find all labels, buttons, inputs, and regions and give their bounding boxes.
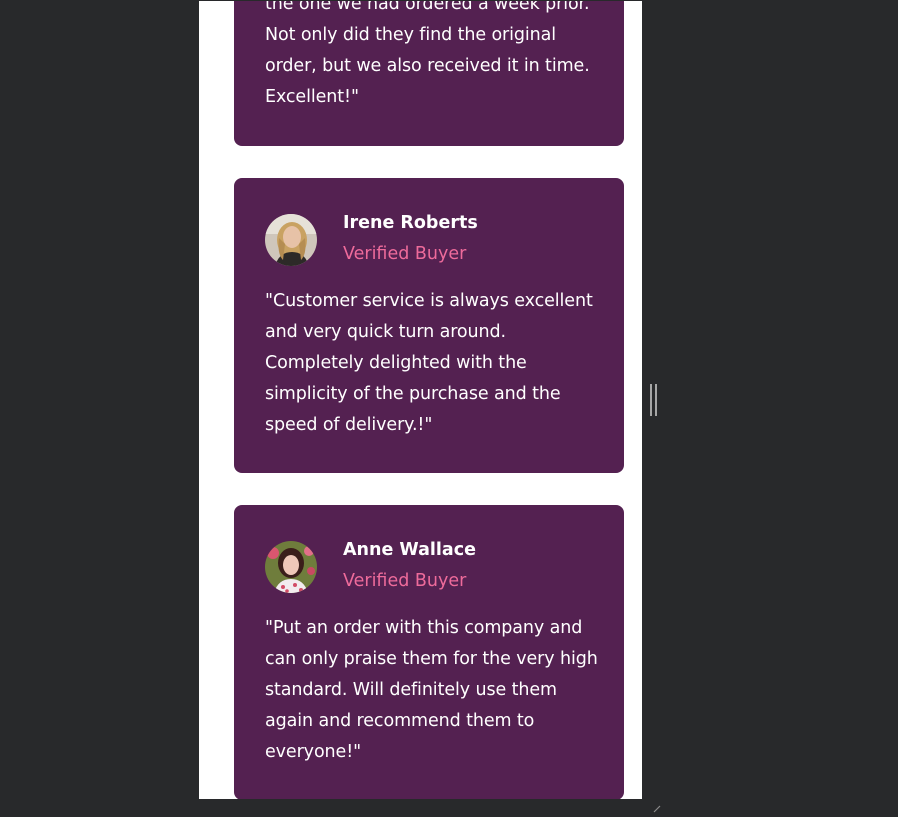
testimonial-card: Irene Roberts Verified Buyer "Customer s… — [234, 178, 624, 473]
vertical-resize-handle-icon[interactable] — [650, 384, 659, 416]
avatar — [265, 214, 317, 266]
reviewer-name: Irene Roberts — [343, 213, 478, 233]
reviewer-name: Anne Wallace — [343, 540, 476, 560]
testimonial-card: the one we had ordered a week prior. Not… — [234, 1, 624, 146]
page-viewport: the one we had ordered a week prior. Not… — [199, 1, 642, 799]
avatar — [265, 541, 317, 593]
verified-buyer-label: Verified Buyer — [343, 571, 467, 591]
testimonial-quote: "Customer service is always excellent an… — [265, 291, 593, 435]
testimonial-card: Anne Wallace Verified Buyer "Put an orde… — [234, 505, 624, 799]
resize-corner-icon — [652, 798, 662, 813]
testimonial-quote: the one we had ordered a week prior. Not… — [265, 1, 590, 107]
testimonial-quote: "Put an order with this company and can … — [265, 618, 598, 762]
verified-buyer-label: Verified Buyer — [343, 244, 467, 264]
